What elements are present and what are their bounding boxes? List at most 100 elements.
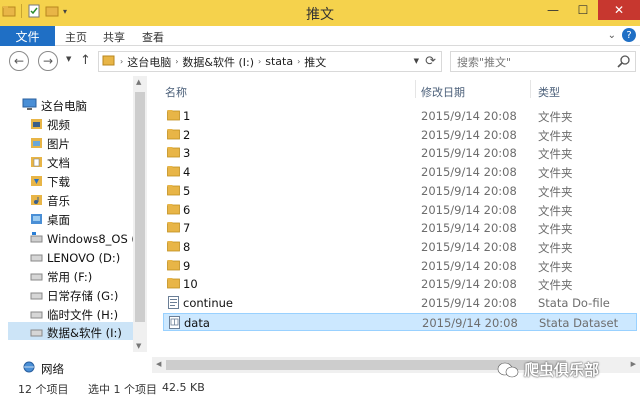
tab-view[interactable]: 查看 [142,29,164,45]
navigation-bar: ← → ▼ ↑ › 这台电脑 › 数据&软件 (I:) › stata › 推文… [0,46,640,76]
tree-item-h-drive[interactable]: 临时文件 (H:) [30,307,118,323]
file-row[interactable]: 4 2015/9/14 20:08 文件夹 [163,163,637,181]
file-type: 文件夹 [538,203,573,218]
breadcrumb-this-pc[interactable]: 这台电脑 [127,54,171,70]
tree-item-i-drive[interactable]: 数据&软件 (I:) [30,325,122,341]
folder-icon [167,165,180,180]
minimize-button[interactable]: — [538,0,568,20]
title-bar: ▾ 推文 — ☐ ✕ [0,0,640,26]
column-divider[interactable] [530,80,531,98]
chevron-right-icon[interactable]: › [258,57,261,66]
tree-item-f-drive[interactable]: 常用 (F:) [30,269,92,285]
file-row[interactable]: 3 2015/9/14 20:08 文件夹 [163,144,637,162]
tree-item-videos[interactable]: 视频 [30,117,70,133]
chevron-right-icon[interactable]: › [120,57,123,66]
breadcrumb-drive[interactable]: 数据&软件 (I:) [182,54,254,70]
folder-icon [167,259,180,274]
breadcrumb-current[interactable]: 推文 [304,54,326,70]
column-header-name[interactable]: 名称 [165,84,187,100]
close-button[interactable]: ✕ [598,0,640,20]
tree-item-desktop[interactable]: 桌面 [30,212,70,228]
watermark: 爬虫俱乐部 [497,359,599,380]
scrollbar-thumb[interactable] [135,92,145,322]
tree-item-documents[interactable]: 文档 [30,155,70,171]
file-type: 文件夹 [538,110,573,124]
scroll-up-icon[interactable]: ▲ [136,78,141,86]
scroll-down-icon[interactable]: ▼ [136,342,141,350]
file-row[interactable]: 8 2015/9/14 20:08 文件夹 [163,238,637,256]
column-header-type[interactable]: 类型 [538,84,560,100]
navigation-pane-scrollbar[interactable]: ▲ ▼ [133,76,147,352]
tree-item-d-drive[interactable]: LENOVO (D:) [30,250,120,266]
file-list: 名称 修改日期 类型 1 2015/9/14 20:08 文件夹 2 2015/9/14… [155,76,640,376]
tab-file[interactable]: 文件 [0,26,55,46]
file-name: 9 [183,258,191,273]
chevron-right-icon[interactable]: › [175,57,178,66]
tree-label: 日常存储 (G:) [47,289,119,303]
file-type: 文件夹 [538,147,573,162]
tree-item-music[interactable]: 音乐 [30,193,70,209]
navigation-pane: 这台电脑 视频 图片 文档 下载 音乐 桌面 Windows8_OS (C LE… [0,76,148,376]
file-type: 文件夹 [538,240,573,255]
item-count: 12 个项目 [18,383,69,396]
refresh-icon[interactable]: ⟳ [425,54,436,69]
drive-icon [30,288,43,304]
file-row[interactable]: 5 2015/9/14 20:08 文件夹 [163,182,637,200]
search-placeholder: 搜索"推文" [457,55,512,69]
file-type: 文件夹 [538,128,573,143]
ribbon: 文件 主页 共享 查看 ⌄ ? [0,26,640,46]
file-row[interactable]: data 2015/9/14 20:08 Stata Dataset [163,312,637,331]
breadcrumb-stata[interactable]: stata [265,55,293,68]
tree-item-pictures[interactable]: 图片 [30,136,70,152]
file-row[interactable]: 9 2015/9/14 20:08 文件夹 [163,257,637,275]
column-divider[interactable] [415,80,416,98]
tree-item-c-drive[interactable]: Windows8_OS (C [30,231,144,247]
drive-icon [30,269,43,285]
windows-drive-icon [30,231,43,247]
file-type: 文件夹 [538,166,573,181]
file-row[interactable]: continue 2015/9/14 20:08 Stata Do-file [163,294,637,312]
network-icon [22,361,37,377]
file-type: 文件夹 [538,278,573,293]
file-row[interactable]: 10 2015/9/14 20:08 文件夹 [163,275,637,293]
chevron-right-icon[interactable]: › [297,57,300,66]
do-file-icon [167,296,180,312]
recent-locations-dropdown[interactable]: ▼ [66,55,71,63]
tree-item-g-drive[interactable]: 日常存储 (G:) [30,288,118,304]
column-header-date[interactable]: 修改日期 [421,84,465,100]
tree-item-downloads[interactable]: 下载 [30,174,70,190]
file-name: 5 [183,183,191,198]
address-bar[interactable]: › 这台电脑 › 数据&软件 (I:) › stata › 推文 ▼ ⟳ [98,51,442,72]
maximize-button[interactable]: ☐ [568,0,598,20]
tree-label: 音乐 [47,194,70,208]
ribbon-expand-icon[interactable]: ⌄ [608,30,616,41]
file-date: 2015/9/14 20:08 [421,202,517,217]
file-name: continue [183,296,234,310]
tab-home[interactable]: 主页 [65,29,87,45]
folder-icon [102,54,116,69]
help-icon[interactable]: ? [622,28,636,42]
file-name: 7 [183,221,191,236]
file-name: 1 [183,109,191,123]
scroll-right-icon[interactable]: ▶ [631,360,636,368]
tree-item-network[interactable]: 网络 [22,361,64,377]
back-button[interactable]: ← [9,51,29,71]
search-icon[interactable] [617,54,631,71]
tree-item-this-pc[interactable]: 这台电脑 [22,98,87,114]
file-name: 8 [183,239,191,254]
up-button[interactable]: ↑ [80,53,91,68]
search-input[interactable]: 搜索"推文" [450,51,636,72]
documents-folder-icon [30,155,43,171]
file-date: 2015/9/14 20:08 [422,315,518,330]
file-row[interactable]: 1 2015/9/14 20:08 文件夹 [163,107,637,125]
file-row[interactable]: 6 2015/9/14 20:08 文件夹 [163,201,637,219]
tab-share[interactable]: 共享 [103,29,125,45]
file-row[interactable]: 7 2015/9/14 20:08 文件夹 [163,219,637,237]
scroll-left-icon[interactable]: ◀ [156,360,161,368]
drive-icon [30,325,43,341]
forward-button[interactable]: → [38,51,58,71]
file-date: 2015/9/14 20:08 [421,277,517,292]
file-row[interactable]: 2 2015/9/14 20:08 文件夹 [163,126,637,144]
address-history-dropdown[interactable]: ▼ [414,57,419,65]
desktop-folder-icon [30,212,43,228]
